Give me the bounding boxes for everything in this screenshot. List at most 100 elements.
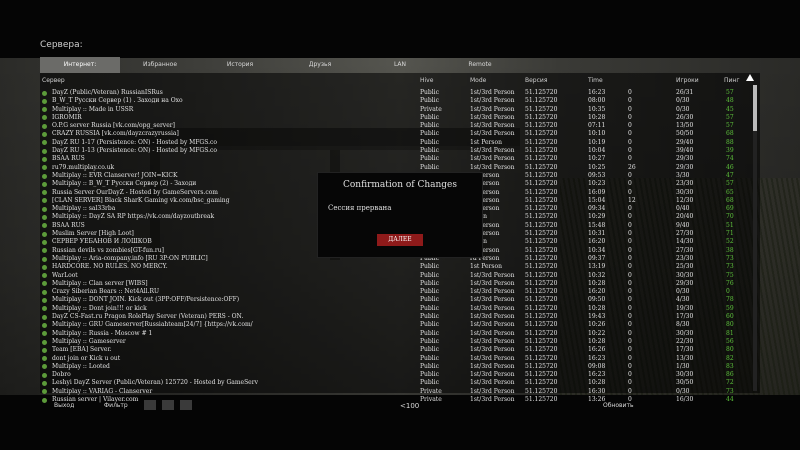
tab-friends[interactable]: Друзья [280, 57, 360, 73]
status-dot-icon [42, 90, 47, 96]
table-row[interactable]: Dobro Public 1st/3rd Person 51.125720 16:23 0… [40, 371, 752, 379]
server-version: 51.125720 [525, 213, 558, 221]
table-row[interactable]: Multiplay :: Gameserver Public 1st/3rd Per… [40, 338, 752, 346]
status-dot-icon [42, 322, 47, 328]
server-hive: Public [420, 130, 439, 138]
table-row[interactable]: Team [EBA] Server. Public 1st/3rd Person 51… [40, 346, 752, 354]
column-ping[interactable]: Пинг [724, 77, 740, 84]
server-version: 51.125720 [525, 271, 558, 279]
tab-internet[interactable]: Интернет: [40, 57, 120, 73]
dialog-message: Сессия прервана [328, 204, 392, 212]
column-players[interactable]: Игроки [676, 77, 699, 84]
table-row[interactable]: DayZ RU 1-13 (Persistence: ON) - Hosted … [40, 147, 752, 155]
column-version[interactable]: Версия [525, 77, 547, 84]
server-mode: 1st/3rd Person [470, 354, 515, 362]
filter-toggle[interactable] [162, 400, 174, 410]
table-row[interactable]: Multiplay :: Made in USSR Private 1st/3rd … [40, 106, 752, 114]
server-hive: Public [420, 288, 439, 296]
server-queue: 0 [628, 113, 632, 121]
server-time: 10:25 [588, 163, 606, 171]
server-hive: Public [420, 263, 439, 271]
server-time: 10:34 [588, 246, 606, 254]
column-mode[interactable]: Mode [470, 77, 486, 84]
server-queue: 0 [628, 221, 632, 229]
server-queue: 0 [628, 188, 632, 196]
server-name: Leshyi DayZ Server (Public/Veteran) 1257… [52, 379, 258, 387]
table-row[interactable]: DayZ CS-Fast.ru Pragon RolePlay Server (… [40, 313, 752, 321]
sort-arrow-icon[interactable] [746, 74, 754, 81]
table-row[interactable]: IGROMIR Public 1st/3rd Person 51.125720 10:2… [40, 114, 752, 122]
table-row[interactable]: Multiplay :: VARIAG - Clanserver Private 1… [40, 388, 752, 396]
table-row[interactable]: Multiplay :: GRU Gameserver[Russiahteam[… [40, 321, 752, 329]
refresh-button[interactable]: Обновить [603, 402, 633, 409]
server-version: 51.125720 [525, 296, 558, 304]
table-row[interactable]: Multiplay :: DONT JOIN. Kick out (3PP:OF… [40, 296, 752, 304]
server-mode: 1st/3rd Person [470, 379, 515, 387]
tab-lan[interactable]: LAN [360, 57, 440, 73]
player-limit[interactable]: <100 [400, 402, 419, 410]
server-name: Crazy Siberian Bears :: Net4All.RU [52, 288, 160, 296]
server-tabs: Интернет: Избранное История Друзья LAN R… [40, 57, 760, 73]
filter-button[interactable]: Фильтр [104, 402, 128, 409]
status-dot-icon [42, 380, 47, 386]
table-row[interactable]: Leshyi DayZ Server (Public/Veteran) 1257… [40, 379, 752, 387]
filter-toggle[interactable] [144, 400, 156, 410]
server-mode: 1st/3rd Person [470, 147, 515, 155]
server-queue: 0 [628, 238, 632, 246]
server-players: 20/40 [676, 213, 694, 221]
server-ping: 68 [726, 130, 734, 138]
column-time[interactable]: Time [588, 77, 603, 84]
table-row[interactable]: Multiplay :: Russia - Moscow # 1 Public 1s… [40, 330, 752, 338]
server-queue: 12 [628, 196, 636, 204]
server-time: 10:28 [588, 279, 606, 287]
table-row[interactable]: Multiplay :: Clan server [WIBS] Public 1st… [40, 280, 752, 288]
server-version: 51.125720 [525, 379, 558, 387]
table-row[interactable]: Crazy Siberian Bears :: Net4All.RU Public… [40, 288, 752, 296]
column-server[interactable]: Сервер [42, 77, 65, 84]
table-row[interactable]: O.P.G server Russia [vk.com/opg_server] P… [40, 122, 752, 130]
scrollbar[interactable] [753, 85, 757, 391]
server-ping: 76 [726, 279, 734, 287]
status-dot-icon [42, 339, 47, 345]
server-players: 0/30 [676, 288, 690, 296]
table-row[interactable]: HARDCORE. NO RULES. NO MERCY. Public 1st P… [40, 263, 752, 271]
table-row[interactable]: ru79.multiplay.co.uk Public 1st/3rd Person… [40, 164, 752, 172]
server-queue: 0 [628, 346, 632, 354]
server-ping: 80 [726, 346, 734, 354]
server-version: 51.125720 [525, 196, 558, 204]
server-time: 16:09 [588, 188, 606, 196]
table-row[interactable]: BSAA RUS Public 1st/3rd Person 51.125720 10:… [40, 155, 752, 163]
server-hive: Public [420, 354, 439, 362]
server-hive: Public [420, 313, 439, 321]
table-row[interactable]: Multiplay :: Dont join!!! or kick Public 1… [40, 305, 752, 313]
table-row[interactable]: Multiplay :: Looted Public 1st/3rd Person 5… [40, 363, 752, 371]
table-row[interactable]: B_W_T Русски Сервер (1) . Заходи на Охо P… [40, 97, 752, 105]
table-row[interactable]: CRAZY RUSSIA [vk.com/dayzcrazyrussia] Pub… [40, 130, 752, 138]
continue-button[interactable]: ДАЛЕЕ [377, 234, 423, 246]
exit-button[interactable]: Выход [54, 402, 74, 409]
server-hive: Private [420, 105, 442, 113]
status-dot-icon [42, 140, 47, 146]
table-row[interactable]: DayZ RU 1-17 (Persistence: ON) - Hosted … [40, 139, 752, 147]
tab-remote[interactable]: Remote [440, 57, 520, 73]
server-version: 51.125720 [525, 130, 558, 138]
server-mode: 1st/3rd Person [470, 89, 515, 96]
server-players: 0/30 [676, 97, 690, 105]
server-version: 51.125720 [525, 362, 558, 370]
column-hive[interactable]: Hive [420, 77, 433, 84]
tab-favorites[interactable]: Избранное [120, 57, 200, 73]
table-row[interactable]: DayZ (Public/Veteran) RussianISRus Public… [40, 89, 752, 97]
status-dot-icon [42, 248, 47, 254]
status-dot-icon [42, 173, 47, 179]
scrollbar-thumb[interactable] [753, 85, 757, 131]
table-row[interactable]: dont join or Kick u out Public 1st/3rd Per… [40, 355, 752, 363]
server-version: 51.125720 [525, 321, 558, 329]
status-dot-icon [42, 190, 47, 196]
filter-toggle[interactable] [180, 400, 192, 410]
server-players: 13/50 [676, 122, 694, 130]
table-row[interactable]: WarLoot Public 1st/3rd Person 51.125720 10:3… [40, 272, 752, 280]
tab-history[interactable]: История [200, 57, 280, 73]
server-name: Dobro [52, 371, 71, 379]
server-hive: Private [420, 395, 442, 403]
server-players: 13/30 [676, 354, 694, 362]
